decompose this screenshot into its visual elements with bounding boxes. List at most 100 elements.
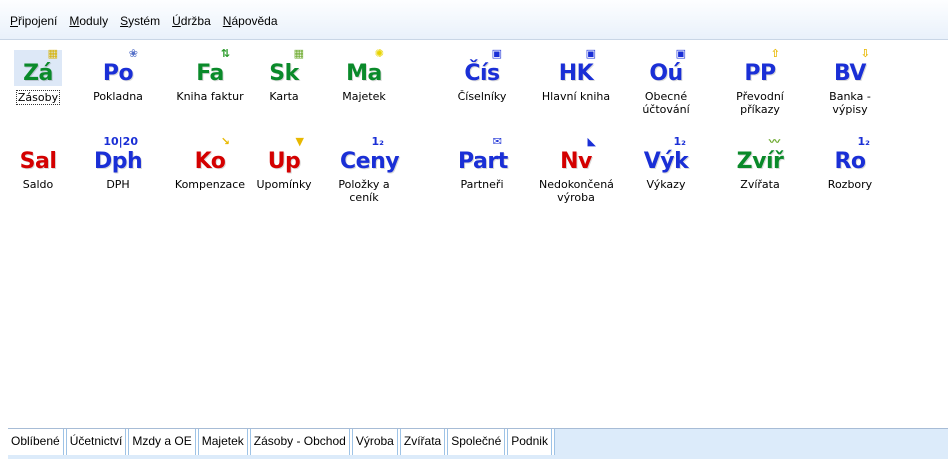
module-icon: Zá ▦ [14, 48, 62, 86]
module-abbr: Nv [560, 149, 592, 174]
module-abbr: Dph [94, 149, 143, 174]
module-badge-icon: ▣ [491, 47, 502, 60]
module-tile-zásoby[interactable]: Zá ▦ Zásoby [0, 46, 76, 132]
module-icon: Ko ↘ [186, 136, 234, 174]
module-badge-icon: ▼ [295, 135, 304, 148]
module-tile-banka---výpisy[interactable]: BV ⇩ Banka - výpisy [812, 46, 888, 132]
module-icon: Zvíř 〰 [736, 135, 784, 174]
module-icon: Dph 10|20 [94, 135, 143, 174]
module-tile-kompenzace[interactable]: Ko ↘ Kompenzace [172, 134, 248, 220]
module-icon: Ro 1₂ [826, 135, 874, 174]
module-icon: Up ▼ [260, 135, 308, 174]
module-icon: Po ❀ [94, 47, 142, 86]
module-label: Výkazy [646, 178, 686, 191]
module-abbr: Zvíř [736, 149, 784, 174]
module-icon: Nv ◣ [552, 136, 600, 174]
menu-items: Připojení Moduly Systém Údržba Nápověda [4, 12, 284, 32]
module-label: Upomínky [256, 178, 312, 191]
module-abbr: Fa [196, 61, 224, 86]
module-icon: Ceny 1₂ [340, 136, 400, 174]
module-tile-pokladna[interactable]: Po ❀ Pokladna [80, 46, 156, 132]
tab-oblíbené[interactable]: Oblíbené [8, 429, 67, 455]
module-badge-icon: 1₂ [857, 135, 870, 148]
module-icon: Oú ▣ [642, 47, 690, 86]
module-badge-icon: ▦ [293, 47, 304, 60]
module-abbr: BV [834, 61, 866, 86]
module-tile-saldo[interactable]: Sal Saldo [0, 134, 76, 220]
module-badge-icon: ▣ [585, 47, 596, 60]
module-label: Partneři [460, 178, 504, 191]
module-tile-partneři[interactable]: Part ✉ Partneři [444, 134, 520, 220]
module-icon: BV ⇩ [826, 47, 874, 86]
module-icon: HK ▣ [552, 47, 600, 86]
tab-majetek[interactable]: Majetek [198, 429, 251, 455]
module-label: Číselníky [457, 90, 507, 103]
module-label: Položky a ceník [338, 178, 390, 204]
module-tile-obecné-účtování[interactable]: Oú ▣ Obecné účtování [628, 46, 704, 132]
module-tile-dph[interactable]: Dph 10|20 DPH [80, 134, 156, 220]
module-label: Karta [269, 90, 299, 103]
module-icon: Ma ✺ [340, 47, 388, 86]
module-abbr: Oú [649, 61, 683, 86]
tab-mzdy-a-oe[interactable]: Mzdy a OE [129, 429, 199, 455]
menu-udrzba[interactable]: Údržba [166, 12, 217, 32]
module-icon: PP ⇧ [736, 47, 784, 86]
module-tile-kniha-faktur[interactable]: Fa ⇅ Kniha faktur [172, 46, 248, 132]
tab-účetnictví[interactable]: Účetnictví [66, 429, 130, 455]
module-label: Zvířata [740, 178, 780, 191]
module-badge-icon: 10|20 [103, 135, 138, 148]
tab-společné[interactable]: Společné [448, 429, 509, 455]
module-tile-majetek[interactable]: Ma ✺ Majetek [326, 46, 402, 132]
module-tile-karta[interactable]: Sk ▦ Karta [246, 46, 322, 132]
module-tile-výkazy[interactable]: Výk 1₂ Výkazy [628, 134, 704, 220]
module-badge-icon: ▣ [675, 47, 686, 60]
menu-napoveda[interactable]: Nápověda [217, 12, 284, 32]
module-tile-upomínky[interactable]: Up ▼ Upomínky [246, 134, 322, 220]
module-badge-icon: ⇅ [220, 47, 230, 60]
module-abbr: Zá [23, 61, 53, 86]
module-abbr: Part [458, 149, 508, 174]
module-tile-položky-a-ceník[interactable]: Ceny 1₂ Položky a ceník [326, 134, 402, 220]
module-icon: Výk 1₂ [642, 135, 690, 174]
menu-bar: Připojení Moduly Systém Údržba Nápověda [0, 0, 948, 40]
module-badge-icon: ✉ [492, 135, 502, 148]
module-icon: Sal [14, 138, 62, 174]
module-badge-icon: ✺ [374, 47, 384, 60]
tab-strip: Oblíbené Účetnictví Mzdy a OE Majetek Zásoby… [8, 429, 948, 455]
module-badge-icon: 1₂ [673, 135, 686, 148]
module-label: Majetek [342, 90, 386, 103]
module-tile-číselníky[interactable]: Čís ▣ Číselníky [444, 46, 520, 132]
module-badge-icon: ⇩ [860, 47, 870, 60]
module-tile-nedokončená-výroba[interactable]: Nv ◣ Nedokončená výroba [538, 134, 614, 220]
tab-zvířata[interactable]: Zvířata [400, 429, 449, 455]
module-badge-icon: ⇧ [770, 47, 780, 60]
tab-podnik[interactable]: Podnik [508, 429, 555, 455]
module-label: Rozbory [827, 178, 873, 191]
tab-bar: Oblíbené Účetnictví Mzdy a OE Majetek Zásoby… [8, 428, 948, 459]
module-icon: Part ✉ [458, 135, 508, 174]
module-icon: Sk ▦ [260, 47, 308, 86]
module-abbr: Sal [19, 149, 57, 174]
module-badge-icon: 〰 [769, 135, 780, 148]
module-tile-zvířata[interactable]: Zvíř 〰 Zvířata [722, 134, 798, 220]
module-icon: Čís ▣ [458, 47, 506, 86]
module-label: Hlavní kniha [541, 90, 611, 103]
module-abbr: Čís [464, 61, 500, 86]
module-label: Nedokončená výroba [539, 178, 614, 204]
module-abbr: Up [267, 149, 301, 174]
module-abbr: HK [558, 61, 594, 86]
module-badge-icon: ❀ [128, 47, 138, 60]
module-label: DPH [106, 178, 130, 191]
tab-zásoby---obchod[interactable]: Zásoby - Obchod [250, 429, 353, 455]
module-tile-rozbory[interactable]: Ro 1₂ Rozbory [812, 134, 888, 220]
module-label: Banka - výpisy [829, 90, 871, 116]
tab-výroba[interactable]: Výroba [352, 429, 401, 455]
module-abbr: Ko [194, 149, 226, 174]
module-label: Kompenzace [174, 178, 246, 191]
module-tile-hlavní-kniha[interactable]: HK ▣ Hlavní kniha [538, 46, 614, 132]
menu-moduly[interactable]: Moduly [63, 12, 114, 32]
menu-pripojeni[interactable]: Připojení [4, 12, 63, 32]
module-tile-převodní-příkazy[interactable]: PP ⇧ Převodní příkazy [722, 46, 798, 132]
module-abbr: Výk [643, 149, 689, 174]
menu-system[interactable]: Systém [114, 12, 166, 32]
